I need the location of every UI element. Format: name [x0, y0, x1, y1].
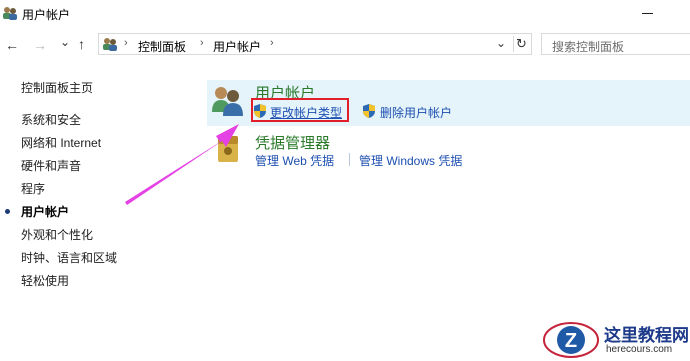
watermark-logo-icon: Z	[543, 322, 599, 358]
watermark-url: herecours.com	[606, 344, 673, 355]
svg-text:Z: Z	[565, 330, 577, 352]
annotation-arrow	[125, 124, 239, 205]
watermark-site-name: 这里教程网	[604, 326, 689, 345]
